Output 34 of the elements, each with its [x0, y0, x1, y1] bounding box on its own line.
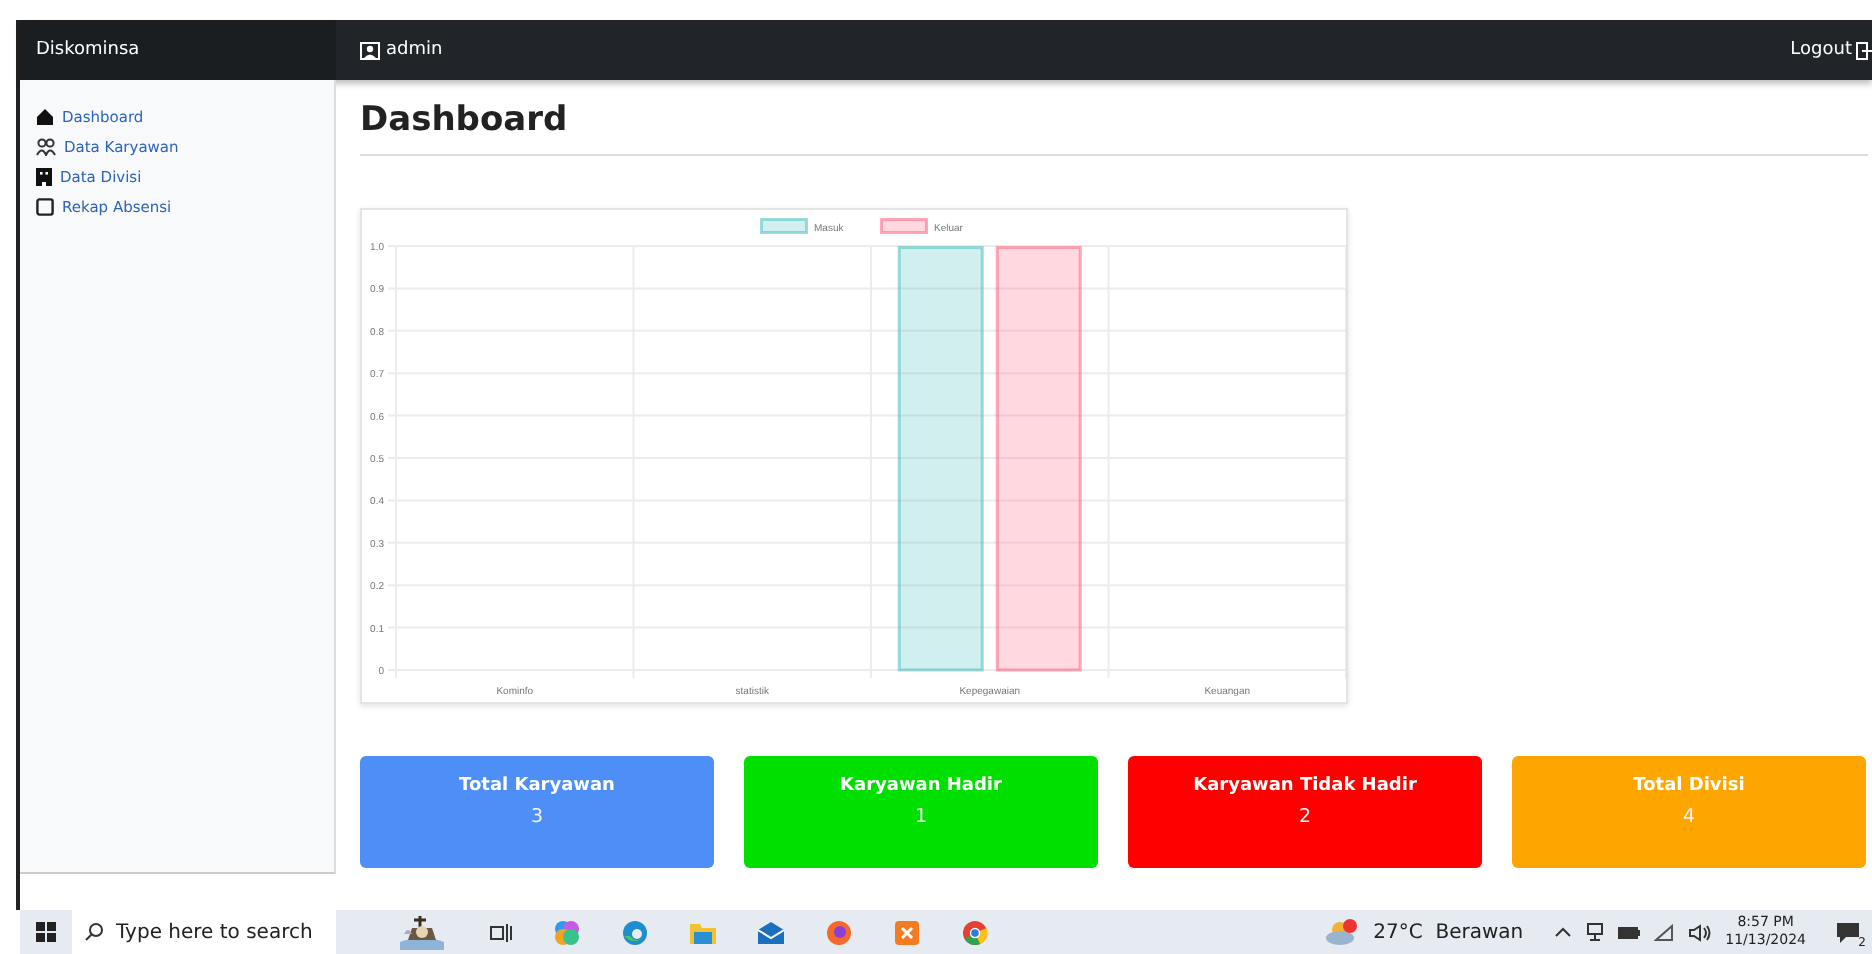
- mail-icon[interactable]: [758, 921, 784, 943]
- browser-icon[interactable]: [622, 919, 648, 945]
- stat-label: Total Karyawan: [459, 776, 615, 796]
- brand-name[interactable]: Diskominsa: [36, 40, 140, 60]
- wifi-icon[interactable]: [1653, 923, 1674, 941]
- house-icon: [36, 108, 54, 126]
- people-icon: [36, 138, 56, 156]
- stat-label: Karyawan Tidak Hadir: [1193, 776, 1417, 796]
- notification-icon[interactable]: [1836, 921, 1860, 943]
- logout-link[interactable]: Logout: [1790, 40, 1872, 60]
- stat-value: 1: [914, 806, 928, 828]
- stat-value: 4: [1682, 806, 1696, 828]
- chrome-icon[interactable]: [962, 919, 988, 945]
- search-field[interactable]: Type here to search: [72, 910, 336, 954]
- user-name[interactable]: admin: [386, 40, 443, 60]
- speaker-icon[interactable]: [1687, 923, 1712, 941]
- battery-icon[interactable]: [1617, 925, 1640, 939]
- windows-icon[interactable]: [36, 922, 56, 942]
- weather-icon[interactable]: [1323, 918, 1360, 946]
- search-icon: [84, 922, 104, 942]
- stat-value: 2: [1298, 806, 1312, 828]
- task-view-icon[interactable]: [490, 921, 512, 943]
- stat-label: Total Divisi: [1633, 776, 1745, 796]
- folder-icon[interactable]: [690, 921, 716, 943]
- page-title: Dashboard: [360, 100, 1868, 156]
- clipboard-icon: [36, 198, 54, 216]
- user-icon: [360, 41, 380, 59]
- logout-icon: [1856, 41, 1872, 59]
- caret-icon[interactable]: [1553, 926, 1572, 938]
- copilot-icon[interactable]: [554, 919, 580, 945]
- stat-value: 3: [530, 806, 544, 828]
- weather-text[interactable]: 27°C Berawan: [1373, 921, 1524, 943]
- building-icon: [36, 168, 52, 186]
- stat-label: Karyawan Hadir: [840, 776, 1002, 796]
